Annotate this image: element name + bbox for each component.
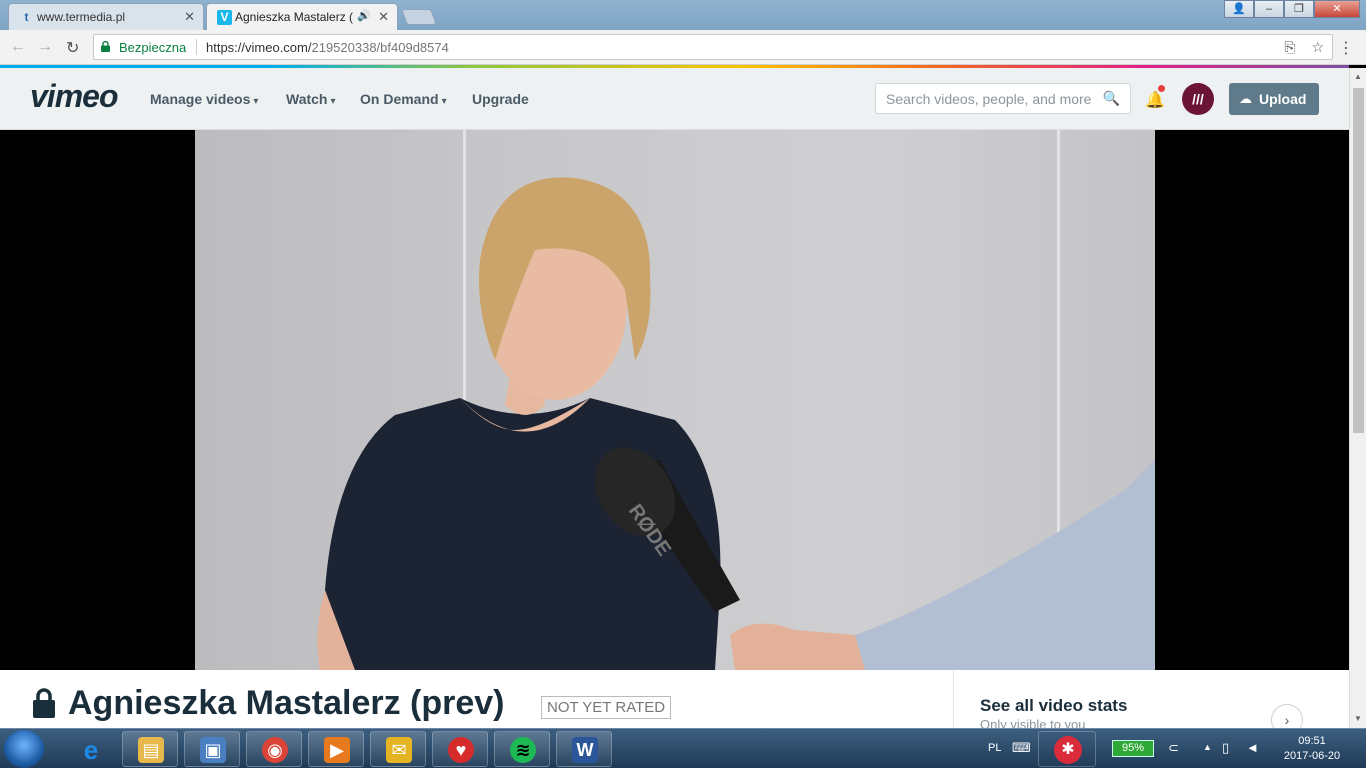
bookmark-star-icon[interactable]: ☆ — [1311, 39, 1324, 55]
search-input[interactable]: Search videos, people, and more 🔍 — [875, 83, 1131, 114]
notification-dot — [1158, 85, 1165, 92]
screen: t www.termedia.pl ✕ V Agnieszka Mastaler… — [0, 0, 1366, 768]
chevron-down-icon: ▾ — [330, 96, 336, 107]
avatar[interactable]: /// — [1182, 83, 1214, 115]
url-text[interactable]: https://vimeo.com/219520338/bf409d8574 — [206, 40, 449, 55]
nav-label: Watch — [286, 91, 328, 107]
media-player-icon: ▶ — [324, 737, 350, 763]
new-tab-button[interactable] — [401, 9, 437, 25]
page-title: Agnieszka Mastalerz (prev) — [68, 684, 505, 722]
taskbar-chrome[interactable]: ◉ — [246, 731, 302, 767]
minimize-button[interactable]: – — [1254, 0, 1284, 18]
power-plug-icon[interactable]: ⊂ — [1168, 740, 1179, 756]
rating-badge: NOT YET RATED — [541, 696, 672, 719]
start-button[interactable] — [4, 730, 44, 768]
url-path: 219520338/bf409d8574 — [311, 40, 449, 55]
battery-indicator[interactable]: 95% — [1112, 740, 1154, 757]
vimeo-logo[interactable]: vimeo — [30, 78, 118, 115]
tray-expand-arrow-icon[interactable]: ▲ — [1203, 742, 1212, 752]
tab-vimeo[interactable]: V Agnieszka Mastalerz ( 🔊 ✕ — [206, 3, 398, 30]
forward-arrow-icon[interactable]: → — [37, 38, 53, 56]
nav-manage-videos[interactable]: Manage videos ▾ — [150, 91, 258, 107]
language-indicator[interactable]: PL — [988, 742, 1001, 754]
vimeo-header: vimeo Manage videos ▾ Watch ▾ On Demand ▾ U… — [0, 68, 1349, 130]
taskbar-spotify[interactable]: ≋ — [494, 731, 550, 767]
profile-icon[interactable]: 👤 — [1224, 0, 1254, 18]
tray-app-icon: ✱ — [1054, 736, 1082, 764]
volume-icon[interactable]: ◄ — [1246, 740, 1259, 755]
browser-menu-icon[interactable]: ⋮ — [1338, 38, 1354, 58]
usb-device-icon[interactable]: ▯ — [1222, 740, 1229, 756]
mail-icon: ✉ — [386, 737, 412, 763]
scrollbar-thumb[interactable] — [1353, 88, 1364, 433]
url-host: https://vimeo.com/ — [206, 40, 312, 55]
heartbeat-icon: ♥ — [448, 737, 474, 763]
reload-icon[interactable]: ↻ — [66, 38, 79, 58]
clock-date: 2017-06-20 — [1283, 750, 1341, 762]
browser-toolbar: ← → ↻ Bezpieczna https://vimeo.com/21952… — [0, 30, 1366, 65]
word-icon: W — [572, 737, 598, 763]
scroll-up-arrow-icon[interactable]: ▲ — [1354, 72, 1362, 81]
tab-termedia[interactable]: t www.termedia.pl ✕ — [8, 3, 204, 30]
folder-icon: ▤ — [138, 737, 164, 763]
window-controls: 👤 – ❐ ✕ — [1224, 0, 1360, 20]
video-still: RØDE — [317, 177, 1155, 670]
page-scrollbar[interactable]: ▲ ▼ — [1349, 68, 1366, 728]
termedia-favicon-icon: t — [24, 10, 29, 24]
audio-playing-icon[interactable]: 🔊 — [357, 9, 371, 22]
stats-link[interactable]: See all video stats — [980, 696, 1127, 716]
spotify-icon: ≋ — [510, 737, 536, 763]
vimeo-favicon-icon: V — [217, 10, 232, 25]
chrome-icon: ◉ — [262, 737, 288, 763]
secure-lock-icon — [101, 41, 110, 52]
address-bar[interactable]: Bezpieczna https://vimeo.com/219520338/b… — [93, 34, 1333, 60]
taskbar-outlook[interactable]: ✉ — [370, 731, 426, 767]
taskbar-media-player[interactable]: ▶ — [308, 731, 364, 767]
taskbar-health-app[interactable]: ♥ — [432, 731, 488, 767]
keyboard-icon[interactable]: ⌨ — [1012, 740, 1031, 756]
nav-watch[interactable]: Watch ▾ — [286, 91, 336, 107]
nav-label: On Demand — [360, 91, 439, 107]
address-actions: ⎘ ☆ — [1284, 39, 1324, 56]
browser-tab-strip: t www.termedia.pl ✕ V Agnieszka Mastaler… — [0, 0, 1366, 30]
address-divider — [196, 39, 197, 55]
tab-title: Agnieszka Mastalerz ( — [235, 10, 354, 24]
translate-icon[interactable]: ⎘ — [1284, 39, 1295, 55]
chevron-down-icon: ▾ — [441, 96, 447, 107]
upload-label: Upload — [1259, 91, 1307, 107]
nav-label: Manage videos — [150, 91, 251, 107]
taskbar-file-explorer[interactable]: ▤ — [122, 731, 178, 767]
taskbar-internet-explorer[interactable]: e — [62, 731, 118, 767]
taskbar-control-panel[interactable]: ▣ — [184, 731, 240, 767]
video-info: Agnieszka Mastalerz (prev) NOT YET RATED… — [0, 670, 1349, 736]
video-stats-panel[interactable]: See all video stats Only visible to you … — [953, 670, 1349, 736]
close-icon[interactable]: ✕ — [184, 9, 195, 25]
close-icon[interactable]: ✕ — [378, 9, 389, 25]
control-panel-icon: ▣ — [200, 737, 226, 763]
private-lock-icon — [33, 688, 55, 718]
scroll-down-arrow-icon[interactable]: ▼ — [1354, 714, 1362, 723]
video-player[interactable]: RØDE — [0, 130, 1349, 670]
nav-on-demand[interactable]: On Demand ▾ — [360, 91, 447, 107]
search-placeholder: Search videos, people, and more — [886, 91, 1092, 107]
upload-button[interactable]: ☁ Upload — [1229, 83, 1319, 115]
taskbar-tray-app[interactable]: ✱ — [1038, 731, 1096, 767]
tab-title: www.termedia.pl — [37, 10, 126, 24]
secure-label: Bezpieczna — [119, 40, 187, 55]
internet-explorer-icon: e — [83, 735, 99, 765]
chevron-down-icon: ▾ — [253, 96, 259, 107]
search-icon[interactable]: 🔍 — [1103, 90, 1120, 107]
clock-time: 09:51 — [1298, 735, 1326, 747]
notifications-bell-icon[interactable]: 🔔 — [1145, 90, 1165, 110]
restore-button[interactable]: ❐ — [1284, 0, 1314, 18]
video-frame[interactable]: RØDE — [195, 130, 1155, 670]
cloud-upload-icon: ☁ — [1239, 91, 1252, 106]
windows-taskbar: e ▤ ▣ ◉ ▶ ✉ ♥ ≋ W PL ⌨ ✱ 95% ⊂ ▲ ▯ ◄ 09:… — [0, 728, 1366, 768]
nav-upgrade[interactable]: Upgrade — [472, 91, 529, 107]
close-window-button[interactable]: ✕ — [1314, 0, 1360, 18]
back-arrow-icon[interactable]: ← — [10, 38, 26, 56]
system-clock[interactable]: 09:51 2017-06-20 — [1272, 734, 1352, 764]
taskbar-word[interactable]: W — [556, 731, 612, 767]
